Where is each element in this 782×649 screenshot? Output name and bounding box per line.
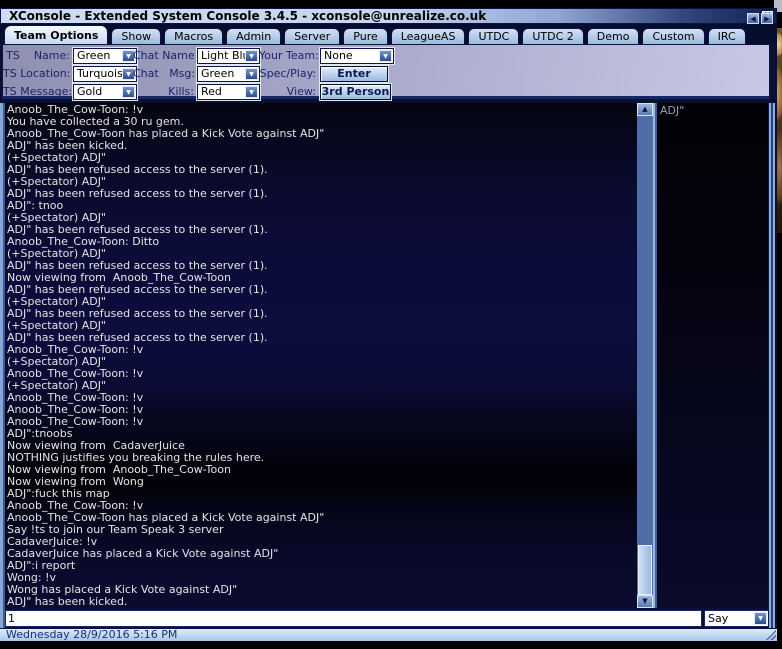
ts-name-select[interactable]: Green ▼ (73, 48, 137, 64)
console-line: ADJ" has been refused access to the serv… (7, 187, 268, 200)
ts-message-select[interactable]: Gold ▼ (73, 84, 137, 100)
tab[interactable]: Custom (642, 28, 705, 44)
ts-location-label: TS Location: (3, 67, 71, 80)
console-scrollbar[interactable]: ▲ ▼ (637, 103, 653, 608)
desktop: XConsole - Extended System Console 3.4.5… (0, 0, 782, 649)
console-log: Anoob_The_Cow-Toon: !v You have collected… (5, 103, 637, 608)
tab[interactable]: Team Options (4, 25, 109, 44)
tab-bar: Team Options Show Macros Admin Server Pure Lea… (0, 24, 777, 44)
team-options-panel: TS Name: Green ▼ TS Location: Turquoise … (2, 44, 770, 100)
window-title: XConsole - Extended System Console 3.4.5… (9, 9, 487, 23)
message-input[interactable] (5, 610, 702, 627)
chat-name-label: Chat Name: (133, 49, 199, 62)
console-line: Anoob_The_Cow-Toon: !v (7, 415, 144, 428)
chevron-down-icon[interactable]: ▼ (754, 612, 767, 625)
console-content: Anoob_The_Cow-Toon: !v You have collected… (0, 103, 777, 608)
third-person-button[interactable]: 3rd Person (320, 84, 391, 100)
ts-name-label: TS Name: (6, 49, 70, 62)
resize-grip[interactable] (764, 629, 776, 640)
console-line: Say !ts to join our Team Speak 3 server (7, 523, 224, 536)
ts-name-value: Green (77, 49, 111, 62)
ts-location-select[interactable]: Turquoise ▼ (73, 66, 137, 82)
chat-name-select[interactable]: Light Blue ▼ (197, 48, 260, 64)
chevron-down-icon[interactable]: ▼ (245, 86, 258, 98)
chat-msg-label: Chat Msg: (133, 67, 196, 80)
status-bar: Wednesday 28/9/2016 5:16 PM (0, 628, 777, 641)
tab[interactable]: LeagueAS (390, 28, 466, 44)
scroll-up-icon[interactable]: ▲ (637, 103, 653, 116)
console-line: ADJ":i report (7, 559, 76, 572)
your-team-value: None (324, 49, 353, 62)
console-line: CadaverJuice has placed a Kick Vote agai… (7, 547, 279, 560)
ts-message-label: TS Message: (3, 85, 73, 98)
tab[interactable]: Macros (164, 28, 224, 44)
view-label: View: (286, 85, 316, 98)
kills-select[interactable]: Red ▼ (197, 84, 260, 100)
tab[interactable]: Pure (343, 28, 388, 44)
tab[interactable]: Demo (586, 28, 640, 44)
tab[interactable]: Server (284, 28, 341, 44)
tab-scroll-left-icon[interactable]: ◀ (747, 13, 759, 24)
status-datetime: Wednesday 28/9/2016 5:16 PM (6, 628, 178, 641)
your-team-select[interactable]: None ▼ (320, 48, 394, 64)
tab[interactable]: Admin (226, 28, 282, 44)
tab-scroll-buttons: ◀ ▶ (747, 13, 773, 24)
console-line: ADJ" has been kicked. (7, 595, 128, 608)
tab[interactable]: IRC (707, 28, 746, 44)
player-list-item: ADJ" (660, 104, 685, 117)
chat-msg-select[interactable]: Green ▼ (197, 66, 260, 82)
ts-message-value: Gold (77, 85, 103, 98)
enter-game-button[interactable]: Enter Game (320, 66, 388, 94)
chat-msg-value: Green (201, 67, 235, 80)
window-frame-right (768, 608, 777, 628)
chevron-down-icon[interactable]: ▼ (245, 68, 258, 80)
chevron-down-icon[interactable]: ▼ (245, 50, 258, 62)
player-list-panel: ADJ" (657, 103, 768, 608)
chat-input-row: Say ▼ (0, 608, 777, 628)
xconsole-window: XConsole - Extended System Console 3.4.5… (0, 8, 777, 641)
say-mode-value: Say (708, 612, 729, 625)
chevron-down-icon[interactable]: ▼ (379, 50, 392, 62)
window-frame-right (768, 103, 777, 608)
kills-label: Kills: (168, 85, 194, 98)
tab[interactable]: Show (111, 28, 162, 44)
scrollbar-thumb[interactable] (638, 545, 652, 595)
kills-value: Red (201, 85, 222, 98)
tab-scroll-right-icon[interactable]: ▶ (761, 13, 773, 24)
your-team-label: Your Team: (259, 49, 319, 62)
tab[interactable]: UTDC (468, 28, 520, 44)
say-mode-select[interactable]: Say ▼ (704, 610, 769, 627)
title-bar: XConsole - Extended System Console 3.4.5… (0, 8, 777, 24)
scroll-down-icon[interactable]: ▼ (637, 595, 653, 608)
tab[interactable]: UTDC 2 (522, 28, 584, 44)
spec-play-label: Spec/Play: (259, 67, 316, 80)
